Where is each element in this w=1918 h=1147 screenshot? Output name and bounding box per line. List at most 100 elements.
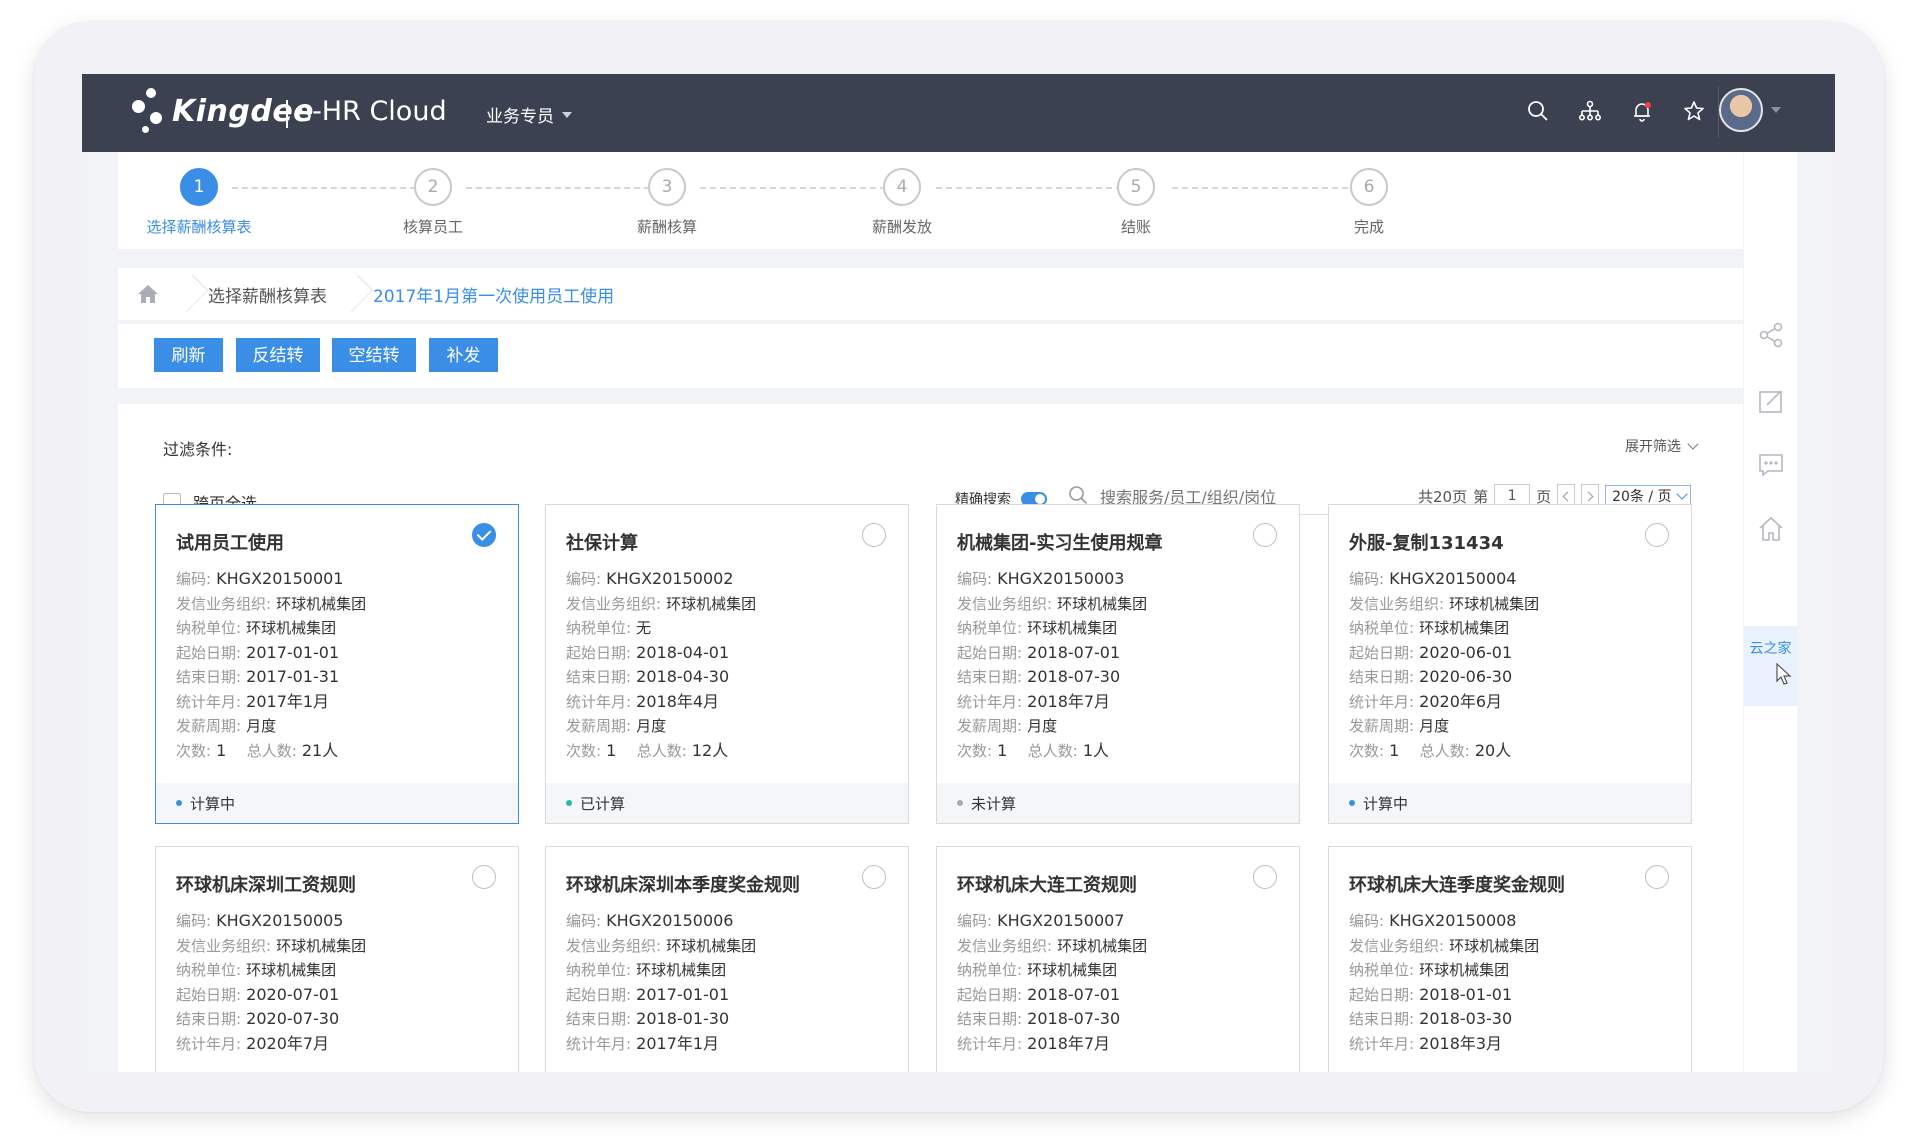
step-5[interactable]: 5 结账	[1066, 168, 1206, 237]
chat-icon[interactable]	[1756, 450, 1786, 480]
avatar[interactable]	[1719, 88, 1763, 132]
field-label: 总人数:	[1027, 741, 1078, 760]
field-value: 2018年3月	[1419, 1033, 1503, 1053]
card-select-radio[interactable]	[1253, 865, 1277, 889]
field-value: 1	[606, 740, 617, 760]
step-label: 完成	[1353, 218, 1384, 236]
step-number: 4	[883, 168, 921, 206]
field-value: 12人	[691, 740, 729, 760]
field-label: 发信业务组织:	[957, 936, 1053, 955]
step-4[interactable]: 4 薪酬发放	[832, 168, 972, 237]
field-label: 统计年月:	[957, 1034, 1023, 1053]
card-title: 环球机床深圳本季度奖金规则	[566, 875, 800, 896]
chevron-right-icon	[1583, 491, 1594, 501]
field-value: 月度	[246, 717, 277, 735]
step-number: 6	[1350, 168, 1388, 206]
status-label: 计算中	[190, 794, 236, 813]
step-1[interactable]: 1 选择薪酬核算表	[129, 168, 269, 237]
role-switcher[interactable]: 业务专员	[486, 102, 572, 127]
side-rail: 云之家	[1744, 152, 1797, 1072]
payroll-card[interactable]: 环球机床大连工资规则 编码: KHGX20150007 发信业务组织: 环球机械…	[936, 846, 1300, 1072]
org-chart-icon[interactable]	[1575, 96, 1605, 126]
field-label: 纳税单位:	[176, 619, 242, 637]
field-label: 发信业务组织:	[1349, 594, 1445, 613]
field-label: 统计年月:	[176, 692, 242, 711]
payroll-card[interactable]: 环球机床深圳工资规则 编码: KHGX20150005 发信业务组织: 环球机械…	[155, 846, 519, 1072]
bell-icon[interactable]	[1627, 96, 1657, 126]
field-label: 总人数:	[1419, 741, 1470, 760]
card-fields: 编码: KHGX20150003 发信业务组织: 环球机械集团 纳税单位: 环球…	[957, 567, 1147, 763]
field-value: 环球机械集团	[1057, 936, 1148, 955]
refresh-button[interactable]: 刷新	[154, 338, 223, 372]
top-bar: Kingdee s-HR Cloud 业务专员	[82, 74, 1835, 152]
main-panel: 过滤条件: 展开筛选 跨页全选 精确搜索 共20页 第 1 页	[118, 404, 1743, 1072]
field-label: 发信业务组织:	[566, 936, 662, 955]
field-value: 2018年7月	[1027, 1033, 1111, 1053]
field-label: 编码:	[176, 570, 212, 588]
field-value: 2020-07-30	[246, 1009, 340, 1028]
filter-label: 过滤条件:	[163, 440, 233, 459]
status-dot	[176, 800, 182, 806]
payroll-card[interactable]: 环球机床大连季度奖金规则 编码: KHGX20150008 发信业务组织: 环球…	[1328, 846, 1692, 1072]
payroll-card[interactable]: 环球机床深圳本季度奖金规则 编码: KHGX20150006 发信业务组织: 环…	[545, 846, 909, 1072]
expand-filter-button[interactable]: 展开筛选	[1625, 436, 1699, 456]
step-2[interactable]: 2 核算员工	[363, 168, 503, 237]
star-icon[interactable]	[1679, 96, 1709, 126]
card-select-radio[interactable]	[862, 523, 886, 547]
field-value: 环球机械集团	[246, 961, 337, 979]
payroll-card[interactable]: 外服-复制131434 编码: KHGX20150004 发信业务组织: 环球机…	[1328, 504, 1692, 824]
field-label: 结束日期:	[176, 1010, 242, 1028]
payroll-card[interactable]: 社保计算 编码: KHGX20150002 发信业务组织: 环球机械集团 纳税单…	[545, 504, 909, 824]
field-value: 2018年4月	[636, 691, 720, 711]
card-title: 环球机床深圳工资规则	[176, 875, 356, 896]
card-select-radio[interactable]	[1253, 523, 1277, 547]
home-icon[interactable]	[1756, 514, 1786, 544]
field-value: 21人	[301, 740, 339, 760]
field-label: 统计年月:	[957, 692, 1023, 711]
field-label: 编码:	[957, 570, 993, 588]
field-value: 1	[216, 740, 227, 760]
reverse-carryover-button[interactable]: 反结转	[236, 338, 320, 372]
card-select-radio[interactable]	[472, 865, 496, 889]
chevron-left-icon	[1562, 491, 1573, 501]
field-label: 次数:	[957, 741, 993, 760]
share-icon[interactable]	[1756, 320, 1786, 350]
user-menu[interactable]	[1719, 88, 1781, 132]
card-select-radio[interactable]	[1645, 865, 1669, 889]
field-value: 2018-04-01	[636, 642, 730, 662]
field-value: 2017-01-01	[246, 642, 340, 662]
page-size-value: 20条 / 页	[1612, 489, 1672, 505]
search-icon[interactable]	[1523, 96, 1553, 126]
step-3[interactable]: 3 薪酬核算	[597, 168, 737, 237]
card-select-radio[interactable]	[862, 865, 886, 889]
field-value: KHGX20150005	[216, 911, 344, 930]
field-label: 发薪周期:	[176, 717, 242, 735]
edit-icon[interactable]	[1756, 386, 1786, 416]
cursor-icon	[1770, 662, 1797, 690]
field-value: 环球机械集团	[636, 961, 727, 979]
field-value: 环球机械集团	[1057, 594, 1148, 613]
card-select-radio[interactable]	[472, 523, 496, 547]
field-value: 环球机械集团	[1419, 961, 1510, 979]
breadcrumb-item[interactable]: 选择薪酬核算表	[192, 282, 343, 307]
field-label: 起始日期:	[566, 985, 632, 1004]
empty-carryover-button[interactable]: 空结转	[332, 338, 416, 372]
payroll-card[interactable]: 机械集团-实习生使用规章 编码: KHGX20150003 发信业务组织: 环球…	[936, 504, 1300, 824]
field-value: 2018-01-01	[1419, 984, 1513, 1004]
field-value: 2018-01-30	[636, 1009, 730, 1028]
card-select-radio[interactable]	[1645, 523, 1669, 547]
payroll-card[interactable]: 试用员工使用 编码: KHGX20150001 发信业务组织: 环球机械集团 纳…	[155, 504, 519, 824]
breadcrumb-separator	[178, 268, 192, 320]
field-label: 发信业务组织:	[1349, 936, 1445, 955]
step-6[interactable]: 6 完成	[1299, 168, 1439, 237]
field-label: 发信业务组织:	[176, 936, 272, 955]
field-value: 2020年6月	[1419, 691, 1503, 711]
field-value: 环球机械集团	[276, 936, 367, 955]
card-title: 环球机床大连工资规则	[957, 875, 1137, 896]
reissue-button[interactable]: 补发	[429, 338, 498, 372]
home-icon[interactable]	[118, 268, 178, 320]
yunzhijia-button[interactable]: 云之家	[1744, 626, 1797, 706]
card-title: 机械集团-实习生使用规章	[957, 533, 1163, 554]
field-label: 纳税单位:	[957, 961, 1023, 979]
field-value: KHGX20150002	[606, 569, 734, 588]
